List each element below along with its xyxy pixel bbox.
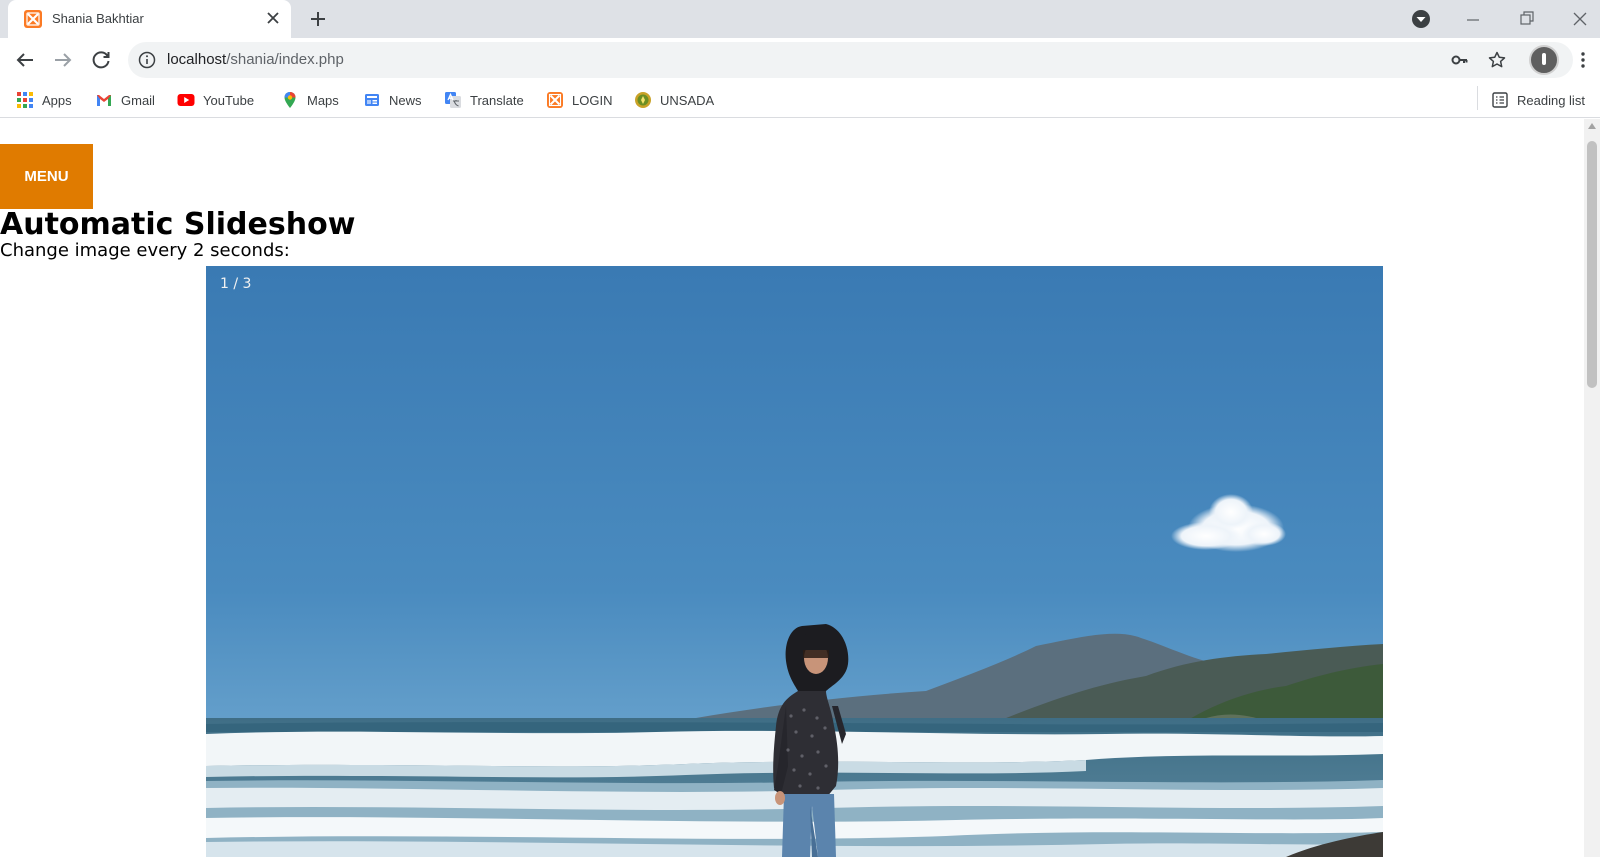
bookmark-label: News (389, 92, 422, 108)
profile-dropdown-icon[interactable] (1408, 6, 1434, 32)
bookmark-label: Apps (42, 92, 72, 108)
slideshow-slide: 1 / 3 (206, 266, 1383, 857)
bookmark-label: Maps (307, 92, 339, 108)
key-icon[interactable] (1450, 50, 1470, 70)
menu-button[interactable]: MENU (0, 144, 93, 209)
bookmarks-bar: Apps Gmail YouTube Maps News Translate L… (0, 82, 1600, 118)
bookmark-label: YouTube (203, 92, 255, 108)
bookmark-youtube[interactable]: YouTube (177, 90, 254, 110)
more-menu-icon[interactable] (1573, 50, 1593, 70)
bookmark-unsada[interactable]: UNSADA (634, 90, 714, 110)
url-text: localhost/shania/index.php (167, 51, 344, 68)
slide-number: 1 / 3 (220, 276, 252, 292)
beach-photo (206, 266, 1383, 857)
tab-strip: Shania Bakhtiar (0, 0, 1600, 38)
bookmark-login[interactable]: LOGIN (546, 90, 612, 110)
bookmark-translate[interactable]: Translate (444, 90, 524, 110)
bookmark-label: UNSADA (660, 92, 715, 108)
youtube-icon (177, 94, 195, 106)
xampp-icon (547, 92, 563, 108)
profile-avatar[interactable] (1529, 45, 1559, 75)
page-subtitle: Change image every 2 seconds: (0, 240, 290, 261)
reload-icon[interactable] (89, 48, 113, 72)
bookmark-maps[interactable]: Maps (281, 90, 339, 110)
bookmark-apps[interactable]: Apps (16, 90, 72, 110)
apps-grid-icon (17, 92, 33, 108)
maps-icon (284, 92, 296, 108)
site-info-icon[interactable] (138, 51, 156, 69)
back-icon[interactable] (13, 48, 37, 72)
bookmark-news[interactable]: News (363, 90, 422, 110)
bookmarks-divider (1477, 86, 1478, 110)
bookmark-label: Gmail (121, 92, 155, 108)
restore-icon[interactable] (1514, 6, 1540, 32)
bookmark-star-icon[interactable] (1487, 50, 1507, 70)
browser-toolbar: localhost/shania/index.php (0, 38, 1600, 82)
news-icon (365, 94, 379, 106)
address-bar[interactable]: localhost/shania/index.php (128, 42, 1573, 78)
scroll-thumb[interactable] (1587, 141, 1597, 388)
page-title: Automatic Slideshow (0, 207, 356, 242)
bookmark-label: Translate (470, 92, 524, 108)
reading-list[interactable]: Reading list (1491, 90, 1585, 110)
page-scrollbar[interactable] (1584, 119, 1600, 857)
bookmark-gmail[interactable]: Gmail (95, 90, 155, 110)
reading-list-icon (1492, 92, 1508, 108)
tab-title: Shania Bakhtiar (52, 11, 144, 26)
window-close-icon[interactable] (1567, 6, 1593, 32)
xampp-icon (24, 10, 42, 28)
web-page: MENU Automatic Slideshow Change image ev… (0, 119, 1584, 857)
gmail-icon (97, 95, 111, 106)
close-icon[interactable] (263, 8, 283, 28)
minimize-icon[interactable] (1460, 6, 1486, 32)
browser-tab[interactable]: Shania Bakhtiar (8, 0, 291, 38)
bookmark-label: LOGIN (572, 92, 613, 108)
unsada-logo-icon (635, 92, 651, 108)
translate-icon (445, 92, 461, 108)
forward-icon[interactable] (51, 48, 75, 72)
scroll-up-icon[interactable] (1588, 123, 1596, 129)
new-tab-icon[interactable] (306, 7, 330, 31)
reading-list-label: Reading list (1517, 92, 1585, 108)
